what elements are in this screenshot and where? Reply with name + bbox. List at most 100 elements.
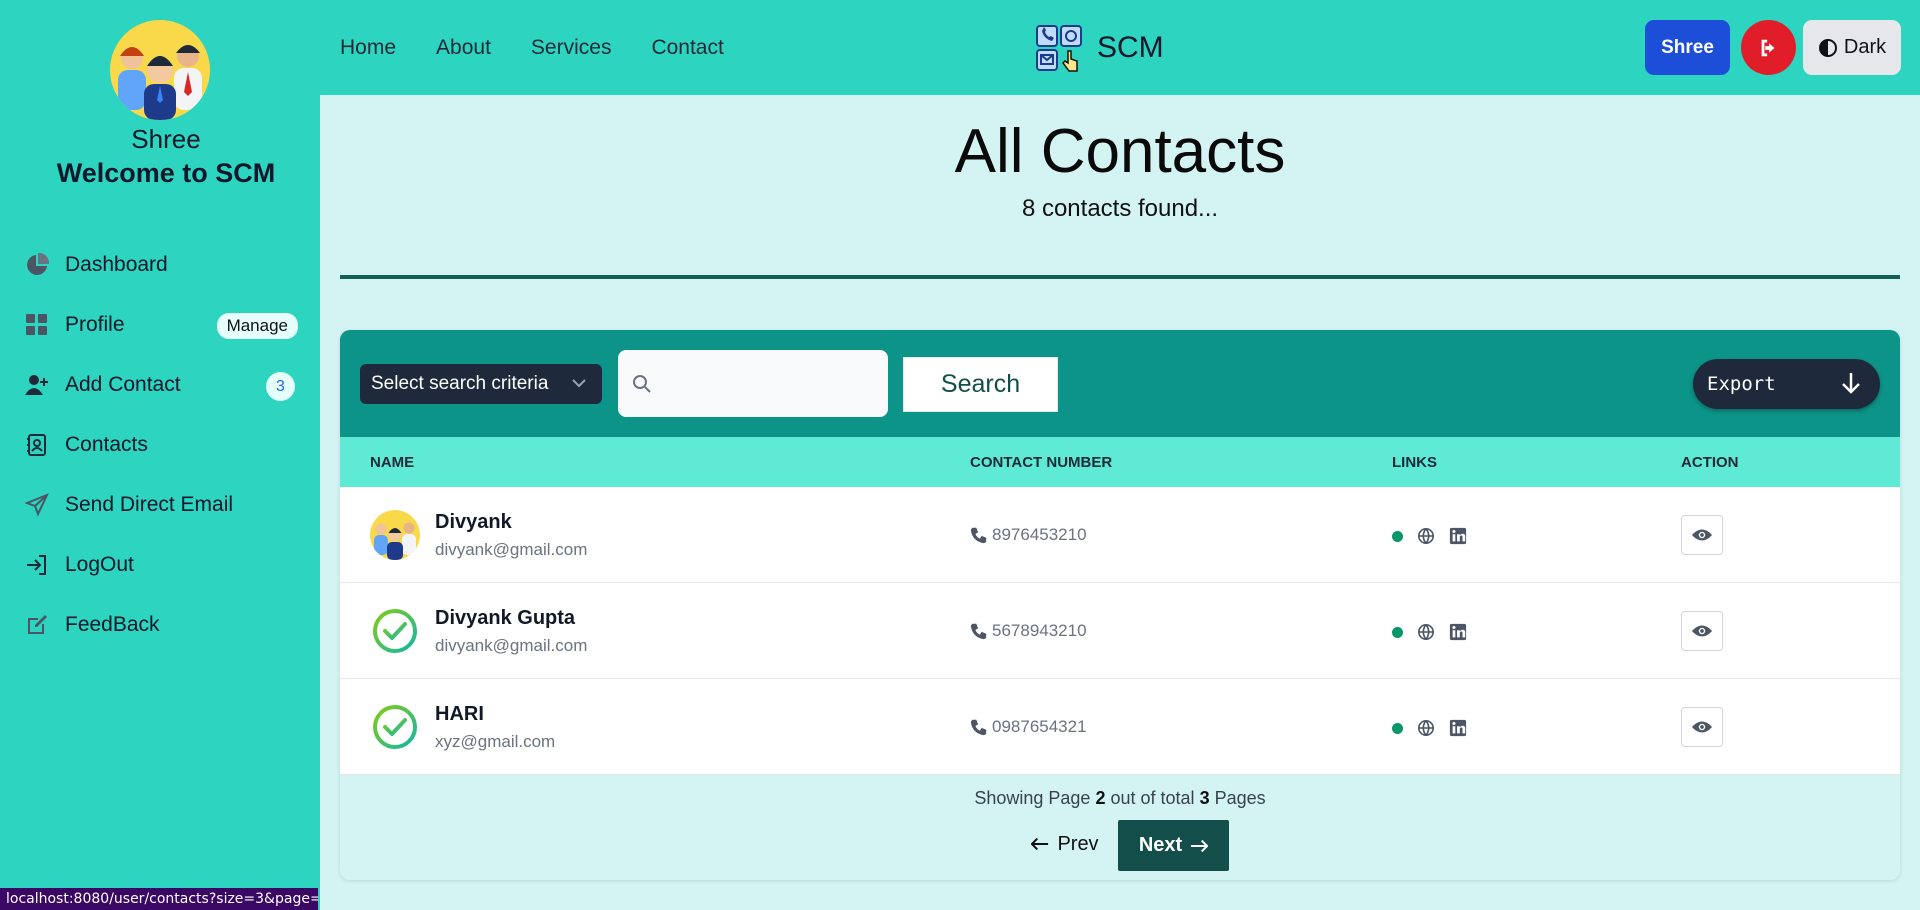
search-input[interactable] bbox=[662, 373, 862, 394]
globe-icon[interactable] bbox=[1417, 527, 1435, 545]
globe-icon[interactable] bbox=[1417, 719, 1435, 737]
brand[interactable]: SCM bbox=[1035, 24, 1164, 72]
pagination-suffix: Pages bbox=[1214, 788, 1266, 808]
sidebar-item-send-email[interactable]: Send Direct Email bbox=[0, 475, 320, 535]
page-subtitle: 8 contacts found... bbox=[1021, 195, 1219, 222]
phone-icon bbox=[970, 719, 987, 736]
phone-number: 5678943210 bbox=[992, 621, 1087, 640]
theme-toggle-label: Dark bbox=[1843, 36, 1887, 58]
divider bbox=[340, 275, 1900, 279]
contact-email: divyank@gmail.com bbox=[435, 540, 588, 559]
view-button[interactable] bbox=[1681, 611, 1723, 651]
eye-icon bbox=[1691, 721, 1713, 733]
contact-links bbox=[1392, 623, 1467, 641]
contact-phone: 0987654321 bbox=[970, 717, 1087, 737]
search-box[interactable] bbox=[618, 350, 888, 417]
prev-label: Prev bbox=[1057, 832, 1099, 855]
pagination-info: Showing Page 2 out of total 3 Pages bbox=[340, 788, 1900, 809]
sidebar-item-contacts[interactable]: Contacts bbox=[0, 415, 320, 475]
sidebar-item-feedback[interactable]: FeedBack bbox=[0, 595, 320, 655]
top-navbar: Home About Services Contact SCM Shree Da… bbox=[320, 0, 1920, 95]
table-row: Divyank Gupta divyank@gmail.com 56789432… bbox=[340, 583, 1900, 679]
pagination-middle: out of total bbox=[1110, 788, 1195, 808]
globe-icon[interactable] bbox=[1417, 623, 1435, 641]
linkedin-icon[interactable] bbox=[1449, 719, 1467, 737]
grid-icon bbox=[24, 312, 50, 338]
search-criteria-select[interactable]: Select search criteria bbox=[360, 364, 602, 404]
sidebar-welcome: Welcome to SCM bbox=[56, 158, 276, 188]
sidebar-item-label: Profile bbox=[65, 313, 125, 336]
sidebar-item-label: Dashboard bbox=[65, 253, 168, 276]
linkedin-icon[interactable] bbox=[1449, 623, 1467, 641]
pagination-prefix: Showing Page bbox=[974, 788, 1091, 808]
header-links: Links bbox=[1392, 454, 1437, 471]
favorite-dot bbox=[1392, 626, 1403, 638]
sidebar-item-label: Add Contact bbox=[65, 373, 181, 396]
eye-icon bbox=[1691, 625, 1713, 637]
sidebar-item-dashboard[interactable]: Dashboard bbox=[0, 235, 320, 295]
prev-button[interactable]: Prev bbox=[1020, 820, 1110, 868]
search-toolbar: Select search criteria Search Export bbox=[340, 330, 1900, 437]
contact-avatar bbox=[370, 510, 420, 560]
sidebar-item-label: FeedBack bbox=[65, 613, 160, 636]
check-icon bbox=[370, 702, 420, 752]
sidebar: Shree Welcome to SCM Dashboard Profile M… bbox=[0, 0, 320, 910]
nav-links: Home About Services Contact bbox=[340, 36, 764, 60]
edit-icon bbox=[24, 612, 50, 638]
total-pages: 3 bbox=[1199, 788, 1210, 808]
next-button[interactable]: Next bbox=[1118, 820, 1229, 871]
sidebar-nav: Dashboard Profile Manage Add Contact 3 C… bbox=[0, 235, 320, 655]
page-title: All Contacts bbox=[954, 117, 1286, 186]
search-button[interactable]: Search bbox=[903, 357, 1058, 412]
favorite-dot bbox=[1392, 530, 1403, 542]
manage-badge: Manage bbox=[216, 313, 298, 339]
export-button[interactable]: Export bbox=[1693, 359, 1880, 409]
sidebar-item-add-contact[interactable]: Add Contact 3 bbox=[0, 355, 320, 415]
contact-email: divyank@gmail.com bbox=[435, 636, 588, 655]
contact-name: Divyank Gupta bbox=[435, 607, 576, 629]
sidebar-item-logout[interactable]: LogOut bbox=[0, 535, 320, 595]
nav-link-home[interactable]: Home bbox=[340, 36, 396, 60]
paper-plane-icon bbox=[24, 492, 50, 518]
arrow-right-icon bbox=[1191, 839, 1209, 852]
pie-chart-icon bbox=[24, 252, 50, 278]
chevron-down-icon bbox=[572, 379, 586, 388]
next-label: Next bbox=[1138, 834, 1183, 856]
brand-logo-icon bbox=[1036, 25, 1082, 72]
nav-link-about[interactable]: About bbox=[436, 36, 491, 60]
theme-toggle-button[interactable]: Dark bbox=[1803, 20, 1901, 75]
check-icon bbox=[370, 606, 420, 656]
table-row: HARI xyz@gmail.com 0987654321 bbox=[340, 679, 1900, 775]
nav-link-services[interactable]: Services bbox=[531, 36, 612, 60]
logout-button[interactable] bbox=[1741, 20, 1796, 75]
contact-email: xyz@gmail.com bbox=[435, 732, 556, 751]
sidebar-username: Shree bbox=[131, 124, 201, 154]
arrow-down-icon bbox=[1842, 373, 1860, 394]
contact-phone: 5678943210 bbox=[970, 621, 1087, 641]
eye-icon bbox=[1691, 529, 1713, 541]
header-name: Name bbox=[370, 454, 415, 471]
linkedin-icon[interactable] bbox=[1449, 527, 1467, 545]
phone-icon bbox=[970, 623, 987, 640]
header-contact-number: Contact Number bbox=[970, 454, 1113, 471]
sign-in-icon bbox=[24, 552, 50, 578]
view-button[interactable] bbox=[1681, 515, 1723, 555]
user-button[interactable]: Shree bbox=[1645, 20, 1730, 75]
contact-name: Divyank bbox=[435, 511, 512, 533]
select-label: Select search criteria bbox=[371, 373, 549, 394]
sidebar-item-label: Contacts bbox=[65, 433, 148, 456]
contacts-card: Select search criteria Search Export Nam… bbox=[340, 330, 1900, 880]
sidebar-item-label: Send Direct Email bbox=[65, 493, 234, 516]
user-avatar bbox=[110, 20, 210, 120]
nav-link-contact[interactable]: Contact bbox=[651, 36, 723, 60]
sign-out-icon bbox=[1761, 39, 1774, 56]
brand-name: SCM bbox=[1097, 31, 1164, 64]
view-button[interactable] bbox=[1681, 707, 1723, 747]
address-book-icon bbox=[24, 432, 50, 458]
phone-number: 8976453210 bbox=[992, 525, 1087, 544]
sidebar-item-profile[interactable]: Profile Manage bbox=[0, 295, 320, 355]
phone-icon bbox=[970, 527, 987, 544]
phone-number: 0987654321 bbox=[992, 717, 1087, 736]
current-page: 2 bbox=[1095, 788, 1106, 808]
arrow-left-icon bbox=[1031, 837, 1049, 851]
